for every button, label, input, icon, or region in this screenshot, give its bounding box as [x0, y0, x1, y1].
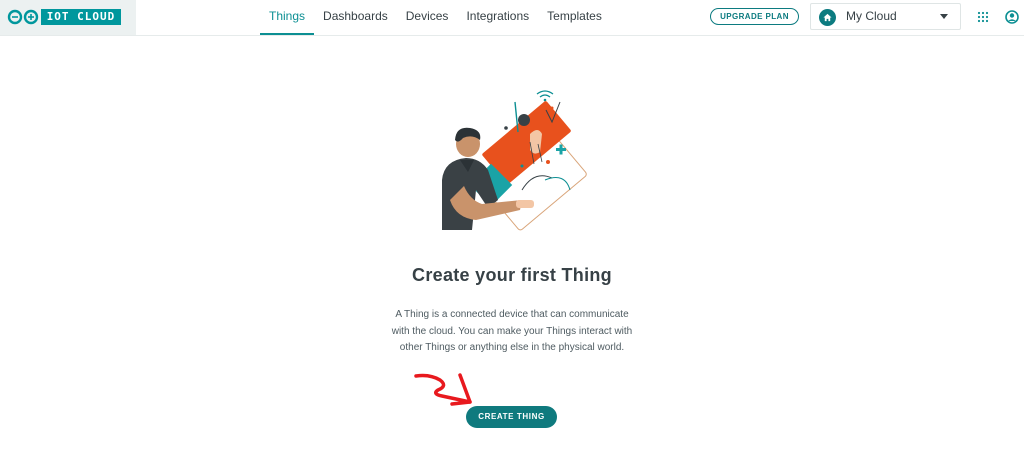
tab-devices[interactable]: Devices	[397, 0, 458, 35]
upgrade-plan-button[interactable]: UPGRADE PLAN	[710, 8, 799, 25]
home-icon	[819, 9, 836, 26]
create-thing-button[interactable]: CREATE THING	[466, 406, 557, 428]
account-icon[interactable]	[1005, 10, 1019, 24]
tab-things[interactable]: Things	[260, 0, 315, 35]
empty-state-description: A Thing is a connected device that can c…	[391, 309, 633, 353]
grid-icon[interactable]	[977, 11, 989, 23]
tab-dashboards[interactable]: Dashboards	[314, 0, 397, 35]
chevron-down-icon	[940, 14, 948, 19]
top-navigation-bar: IOT CLOUD Things Dashboards Devices Inte…	[0, 0, 1024, 36]
tab-templates[interactable]: Templates	[538, 0, 611, 35]
arduino-infinity-icon	[7, 9, 39, 25]
empty-state-title: Create your first Thing	[412, 265, 612, 285]
person-holding-device-illustration	[442, 90, 587, 231]
red-arrow-annotation	[414, 373, 472, 406]
cloud-selector-value: My Cloud	[846, 9, 897, 23]
cloud-selector[interactable]: My Cloud	[810, 3, 961, 30]
tab-integrations[interactable]: Integrations	[457, 0, 538, 35]
brand-name: IOT CLOUD	[41, 9, 121, 25]
brand-logo[interactable]: IOT CLOUD	[0, 0, 136, 35]
main-tabs: Things Dashboards Devices Integrations T…	[260, 0, 611, 35]
